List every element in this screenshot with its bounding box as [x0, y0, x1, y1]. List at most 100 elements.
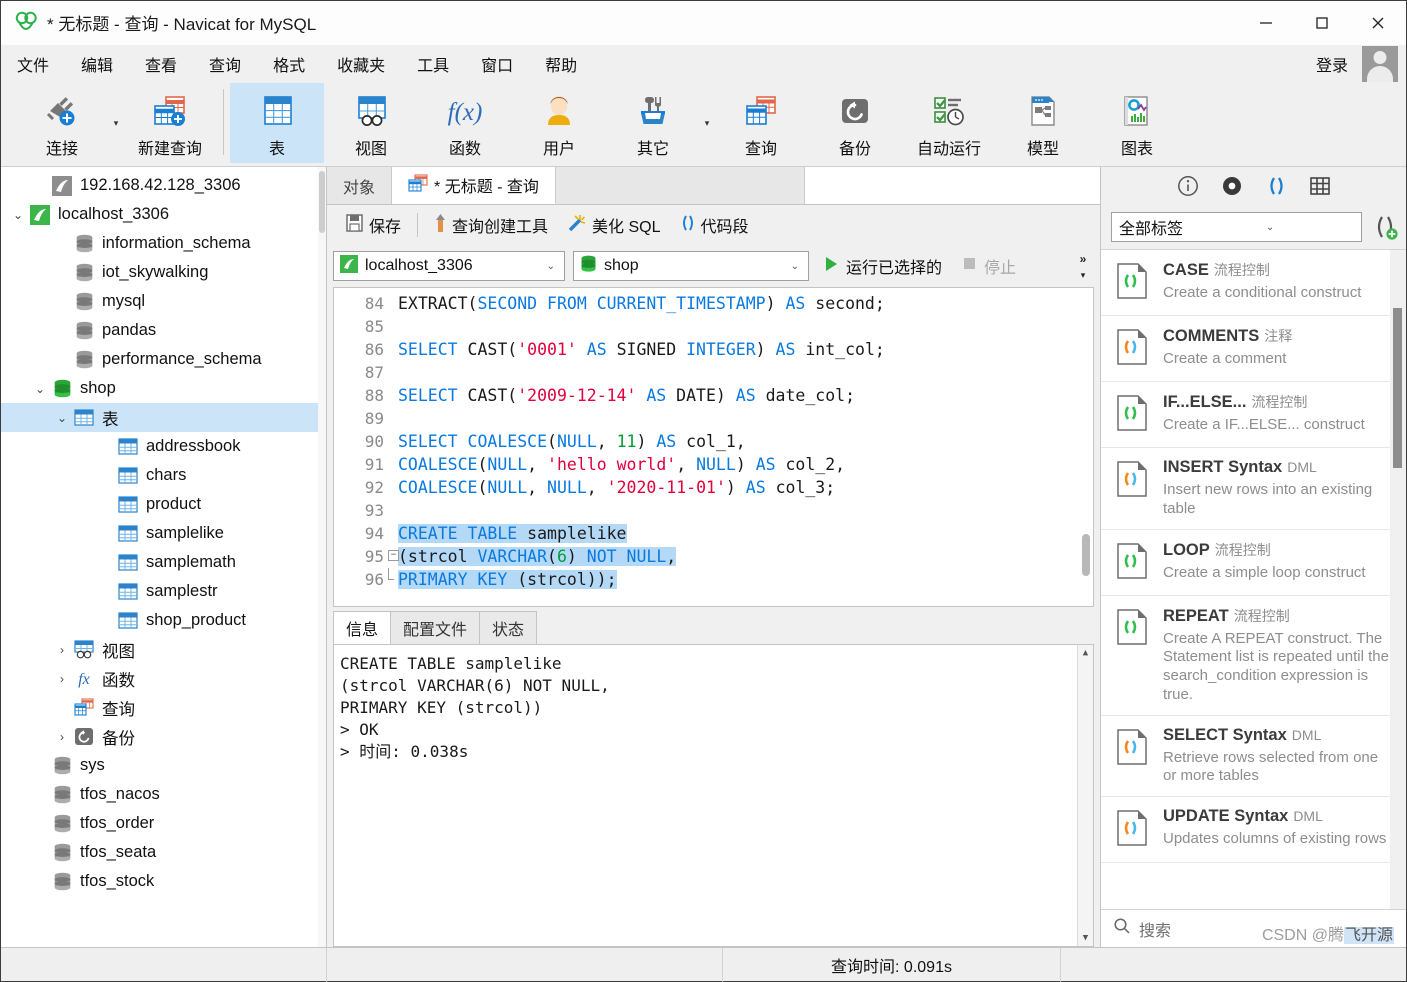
menu-view[interactable]: 查看: [131, 48, 191, 80]
tree-item-samplestr[interactable]: samplestr: [1, 577, 326, 606]
menu-window[interactable]: 窗口: [467, 48, 527, 80]
tree-item-tfos_seata[interactable]: tfos_seata: [1, 838, 326, 867]
ribbon-other[interactable]: 其它: [606, 83, 700, 163]
chevron-down-icon[interactable]: ⌄: [7, 209, 29, 221]
ribbon-chart[interactable]: 图表: [1090, 83, 1184, 163]
tab-profile[interactable]: 配置文件: [390, 611, 481, 644]
tree-item-performance_schema[interactable]: performance_schema: [1, 345, 326, 374]
editor-vertical-scrollbar[interactable]: [1079, 288, 1093, 606]
add-snippet-button[interactable]: [1370, 212, 1400, 242]
tree-item-19216842128_3306[interactable]: 192.168.42.128_3306: [1, 171, 326, 200]
minimize-button[interactable]: [1238, 1, 1294, 45]
line-number: 96: [334, 568, 394, 591]
snippet-item[interactable]: LOOP 流程控制 Create a simple loop construct: [1101, 530, 1406, 596]
connection-select[interactable]: localhost_3306 ⌄: [333, 251, 565, 281]
tree-item-chars[interactable]: chars: [1, 461, 326, 490]
ribbon-connection[interactable]: 连接: [15, 83, 109, 163]
tree-item-samplemath[interactable]: samplemath: [1, 548, 326, 577]
snippets-button[interactable]: 代码段: [671, 210, 757, 241]
toolbar-overflow[interactable]: » ▾: [1066, 245, 1100, 287]
menu-tools[interactable]: 工具: [403, 48, 463, 80]
ribbon-user[interactable]: 用户: [512, 83, 606, 163]
snippet-item[interactable]: CASE 流程控制 Create a conditional construct: [1101, 250, 1406, 316]
tree-item-[interactable]: › fx 函数: [1, 664, 326, 693]
results-vertical-scrollbar[interactable]: ▲ ▼: [1077, 645, 1093, 946]
beautify-sql-button[interactable]: 美化 SQL: [558, 210, 668, 241]
tree-item-[interactable]: › 视图: [1, 635, 326, 664]
menu-favorites[interactable]: 收藏夹: [323, 48, 399, 80]
other-dropdown-caret-icon[interactable]: ▾: [700, 83, 714, 163]
login-link[interactable]: 登录: [1308, 48, 1356, 80]
tree-item-tfos_order[interactable]: tfos_order: [1, 809, 326, 838]
snippet-text: CASE 流程控制 Create a conditional construct: [1163, 260, 1390, 305]
menu-format[interactable]: 格式: [259, 48, 319, 80]
ribbon-query[interactable]: 查询: [714, 83, 808, 163]
tree-item-samplelike[interactable]: samplelike: [1, 519, 326, 548]
snippet-item[interactable]: INSERT Syntax DML Insert new rows into an …: [1101, 448, 1406, 530]
parentheses-icon[interactable]: [1263, 173, 1289, 199]
tree-item-information_schema[interactable]: information_schema: [1, 229, 326, 258]
snippet-item[interactable]: UPDATE Syntax DML Updates columns of exist…: [1101, 797, 1406, 863]
ribbon-model[interactable]: 模型: [996, 83, 1090, 163]
eye-icon[interactable]: [1219, 173, 1245, 199]
snippet-item[interactable]: SELECT Syntax DML Retrieve rows selected f…: [1101, 716, 1406, 797]
tag-filter-select[interactable]: 全部标签 ⌄: [1111, 212, 1362, 242]
tree-item-shop[interactable]: ⌄ shop: [1, 374, 326, 403]
snippet-list-scrollbar[interactable]: [1390, 250, 1406, 909]
ribbon-backup[interactable]: 备份: [808, 83, 902, 163]
tree-item-pandas[interactable]: pandas: [1, 316, 326, 345]
run-selected-button[interactable]: 运行已选择的: [817, 251, 948, 281]
chevron-right-icon[interactable]: ›: [51, 644, 73, 656]
ribbon-table[interactable]: 表: [230, 83, 324, 163]
maximize-button[interactable]: [1294, 1, 1350, 45]
menu-edit[interactable]: 编辑: [67, 48, 127, 80]
tree-item-[interactable]: ⌄ 表: [1, 403, 326, 432]
tree-item-iot_skywalking[interactable]: iot_skywalking: [1, 258, 326, 287]
tab-info[interactable]: 信息: [333, 611, 392, 644]
tabstrip-filler: [555, 167, 804, 204]
chevron-right-icon[interactable]: ›: [51, 731, 73, 743]
snippet-item[interactable]: COMMENTS 注释 Create a comment: [1101, 316, 1406, 382]
snippet-item[interactable]: REPEAT 流程控制 Create A REPEAT construct. The…: [1101, 596, 1406, 716]
ribbon-new-query[interactable]: 新建查询: [123, 83, 217, 163]
tree-item-sys[interactable]: sys: [1, 751, 326, 780]
save-button[interactable]: 保存: [337, 210, 409, 241]
database-select[interactable]: shop ⌄: [573, 251, 809, 281]
tab-status[interactable]: 状态: [479, 611, 538, 644]
chevron-right-icon[interactable]: ›: [51, 673, 73, 685]
tree-item-localhost_3306[interactable]: ⌄ localhost_3306: [1, 200, 326, 229]
tree-item-tfos_nacos[interactable]: tfos_nacos: [1, 780, 326, 809]
sql-editor[interactable]: 84 85 86 87 88 89 90 91 92 93 94 95−96 EXTRACT(SECO…: [333, 287, 1094, 607]
grid-icon[interactable]: [1307, 173, 1333, 199]
tree-item-mysql[interactable]: mysql: [1, 287, 326, 316]
menu-query[interactable]: 查询: [195, 48, 255, 80]
tab-objects[interactable]: 对象: [327, 167, 393, 204]
tree-item-[interactable]: 查询: [1, 693, 326, 722]
menu-file[interactable]: 文件: [3, 48, 63, 80]
avatar[interactable]: [1362, 46, 1398, 82]
sql-code-area[interactable]: EXTRACT(SECOND FROM CURRENT_TIMESTAMP) A…: [390, 288, 1093, 606]
snippet-item[interactable]: IF...ELSE... 流程控制 Create a IF...ELSE... co…: [1101, 382, 1406, 448]
tree-item-label: 表: [102, 410, 119, 429]
tree-item-product[interactable]: product: [1, 490, 326, 519]
menu-help[interactable]: 帮助: [531, 48, 591, 80]
tree-item-addressbook[interactable]: addressbook: [1, 432, 326, 461]
query-builder-button[interactable]: 查询创建工具: [426, 210, 556, 241]
chevron-down-icon[interactable]: ⌄: [29, 383, 51, 395]
sidebar-scrollbar[interactable]: [318, 167, 326, 947]
tab-untitled-query[interactable]: * 无标题 - 查询: [392, 167, 556, 204]
fold-collapse-icon[interactable]: −: [388, 550, 399, 561]
tree-item-shop_product[interactable]: shop_product: [1, 606, 326, 635]
info-icon[interactable]: [1175, 173, 1201, 199]
snippet-list[interactable]: CASE 流程控制 Create a conditional construct CO…: [1101, 249, 1406, 909]
tree-item-[interactable]: › 备份: [1, 722, 326, 751]
chevron-down-icon[interactable]: ⌄: [51, 412, 73, 424]
ribbon-automation[interactable]: 自动运行: [902, 83, 996, 163]
ribbon-view[interactable]: 视图: [324, 83, 418, 163]
scroll-up-icon[interactable]: ▲: [1083, 645, 1088, 661]
connection-dropdown-caret-icon[interactable]: ▾: [109, 83, 123, 163]
scroll-down-icon[interactable]: ▼: [1083, 930, 1088, 946]
tree-item-tfos_stock[interactable]: tfos_stock: [1, 867, 326, 896]
ribbon-function[interactable]: f(x) 函数: [418, 83, 512, 163]
close-button[interactable]: [1350, 1, 1406, 45]
